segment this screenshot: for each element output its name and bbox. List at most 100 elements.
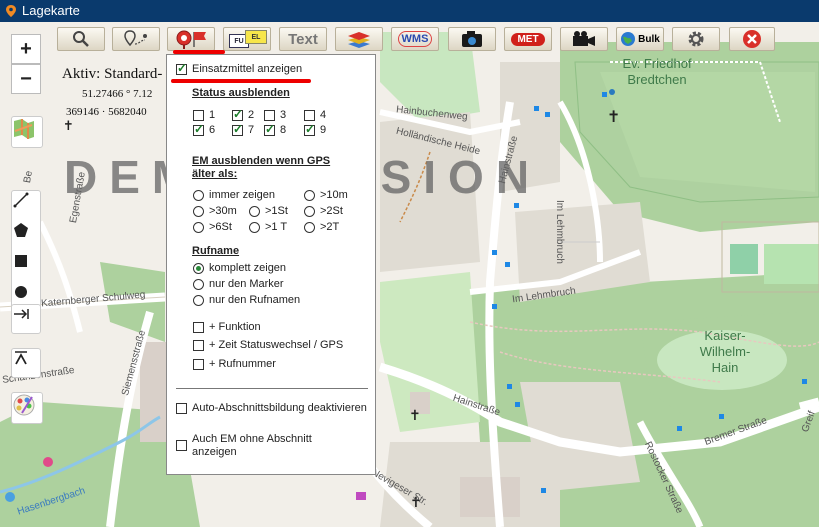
em-without-section-checkbox[interactable]: [176, 440, 187, 451]
auto-section-row[interactable]: Auto-Abschnittsbildung deaktivieren: [176, 402, 367, 414]
met-button[interactable]: MET: [504, 27, 552, 51]
caret-up-bar-icon: [15, 351, 27, 365]
fu-el-button[interactable]: FU EL: [223, 27, 271, 51]
status-1[interactable]: 1: [193, 109, 215, 121]
status-checkbox-4[interactable]: [304, 109, 315, 121]
gps-radio-6st[interactable]: [193, 221, 204, 233]
status-checkbox-8[interactable]: [264, 122, 275, 136]
unit-marker-icon: [176, 30, 206, 49]
settings-button[interactable]: [672, 27, 720, 51]
status-header: Status ausblenden: [192, 87, 290, 99]
status-checkbox-7[interactable]: [232, 122, 243, 136]
rufname-radio-marker[interactable]: [193, 278, 204, 290]
camera-button[interactable]: [448, 27, 496, 51]
status-num-6: 6: [209, 124, 216, 136]
gps-option-10m[interactable]: >10m: [304, 189, 348, 201]
rufname-option-marker[interactable]: nur den Marker: [193, 278, 284, 290]
gps-label-2t: >2T: [320, 221, 340, 233]
location-pin-icon: [6, 5, 16, 17]
extra-funktion[interactable]: + Funktion: [193, 321, 261, 333]
gps-header: EM ausblenden wenn GPS: [192, 155, 331, 167]
status-6[interactable]: 6: [193, 122, 216, 136]
gps-option-always[interactable]: immer zeigen: [193, 189, 275, 201]
draw-polygon-button[interactable]: [12, 221, 40, 251]
extra-rufnummer-checkbox[interactable]: [193, 358, 204, 370]
status-num-8: 8: [280, 124, 287, 136]
show-units-highlight: [171, 79, 311, 83]
show-units-label: Einsatzmittel anzeigen: [192, 63, 303, 75]
zoom-out-button[interactable]: −: [11, 64, 41, 94]
gps-option-1st[interactable]: >1St: [249, 205, 288, 217]
gps-radio-1t[interactable]: [249, 221, 260, 233]
rufname-header: Rufname: [192, 245, 240, 257]
status-checkbox-1[interactable]: [193, 109, 204, 121]
status-9[interactable]: 9: [304, 122, 326, 136]
rufname-radio-name[interactable]: [193, 294, 204, 306]
text-button[interactable]: Text: [279, 27, 327, 51]
extra-statuswechsel[interactable]: + Zeit Statuswechsel / GPS: [193, 339, 343, 351]
close-button[interactable]: [729, 27, 775, 51]
status-checkbox-6[interactable]: [193, 122, 204, 136]
extra-rufnummer[interactable]: + Rufnummer: [193, 358, 276, 370]
measure-button[interactable]: [11, 304, 41, 334]
gps-radio-2t[interactable]: [304, 221, 315, 233]
status-checkbox-3[interactable]: [264, 109, 275, 121]
map-canvas[interactable]: ✝ ✝ ✝ ✝ Hainbuchenweg Holländische Heide…: [0, 22, 819, 527]
show-units-row[interactable]: Einsatzmittel anzeigen: [176, 61, 303, 75]
palette-button[interactable]: [11, 392, 43, 424]
draw-tools: [11, 190, 41, 314]
gps-option-2st[interactable]: >2St: [304, 205, 343, 217]
extra-funktion-checkbox[interactable]: [193, 321, 204, 333]
draw-line-button[interactable]: [12, 191, 40, 221]
auto-section-checkbox[interactable]: [176, 402, 187, 414]
gps-radio-10m[interactable]: [304, 189, 315, 201]
layer-switcher-button[interactable]: [11, 116, 43, 148]
gps-label-1t: >1 T: [265, 221, 288, 233]
video-camera-icon: [573, 31, 595, 46]
rufname-radio-full[interactable]: [193, 262, 204, 274]
extra-statuswechsel-checkbox[interactable]: [193, 339, 204, 351]
label-ev-friedhof-bredtchen: Ev. Friedhof Bredtchen: [622, 56, 692, 87]
rufname-label-full: komplett zeigen: [209, 262, 287, 274]
status-4[interactable]: 4: [304, 109, 326, 121]
el-label: EL: [245, 30, 267, 44]
rufname-option-full[interactable]: komplett zeigen: [193, 262, 286, 274]
gps-option-6st[interactable]: >6St: [193, 221, 232, 233]
status-7[interactable]: 7: [232, 122, 254, 136]
title-bar: Lagekarte: [0, 0, 819, 22]
video-button[interactable]: [560, 27, 608, 51]
line-icon: [13, 192, 29, 208]
svg-text:✝: ✝: [409, 408, 421, 424]
wms-button[interactable]: WMS: [391, 27, 439, 51]
draw-rectangle-button[interactable]: [12, 252, 40, 282]
status-3[interactable]: 3: [264, 109, 286, 121]
layers-button[interactable]: [335, 27, 383, 51]
gps-radio-always[interactable]: [193, 189, 204, 201]
elevation-profile-button[interactable]: [11, 348, 41, 378]
status-num-3: 3: [280, 109, 287, 121]
gps-radio-1st[interactable]: [249, 205, 260, 217]
map-layers-icon: [14, 119, 34, 139]
gps-radio-30m[interactable]: [193, 205, 204, 217]
status-8[interactable]: 8: [264, 122, 287, 136]
camera-icon: [462, 31, 482, 47]
units-button[interactable]: [167, 27, 215, 51]
status-num-2: 2: [248, 109, 255, 121]
met-label: MET: [511, 32, 545, 46]
show-units-checkbox[interactable]: [176, 61, 187, 75]
wms-label: WMS: [397, 31, 433, 47]
status-checkbox-2[interactable]: [232, 107, 243, 121]
gps-label-10m: >10m: [320, 189, 348, 201]
gps-option-2t[interactable]: >2T: [304, 221, 339, 233]
status-checkbox-9[interactable]: [304, 122, 315, 136]
route-button[interactable]: [112, 27, 160, 51]
status-2[interactable]: 2: [232, 107, 255, 121]
gps-option-30m[interactable]: >30m: [193, 205, 237, 217]
gps-radio-2st[interactable]: [304, 205, 315, 217]
bulk-button[interactable]: Bulk: [616, 27, 664, 51]
gps-option-1t[interactable]: >1 T: [249, 221, 287, 233]
em-without-section-checkbox-wrap[interactable]: [176, 440, 187, 454]
em-without-section-line2: anzeigen: [192, 446, 237, 458]
search-button[interactable]: [57, 27, 105, 51]
rufname-option-name[interactable]: nur den Rufnamen: [193, 294, 300, 306]
